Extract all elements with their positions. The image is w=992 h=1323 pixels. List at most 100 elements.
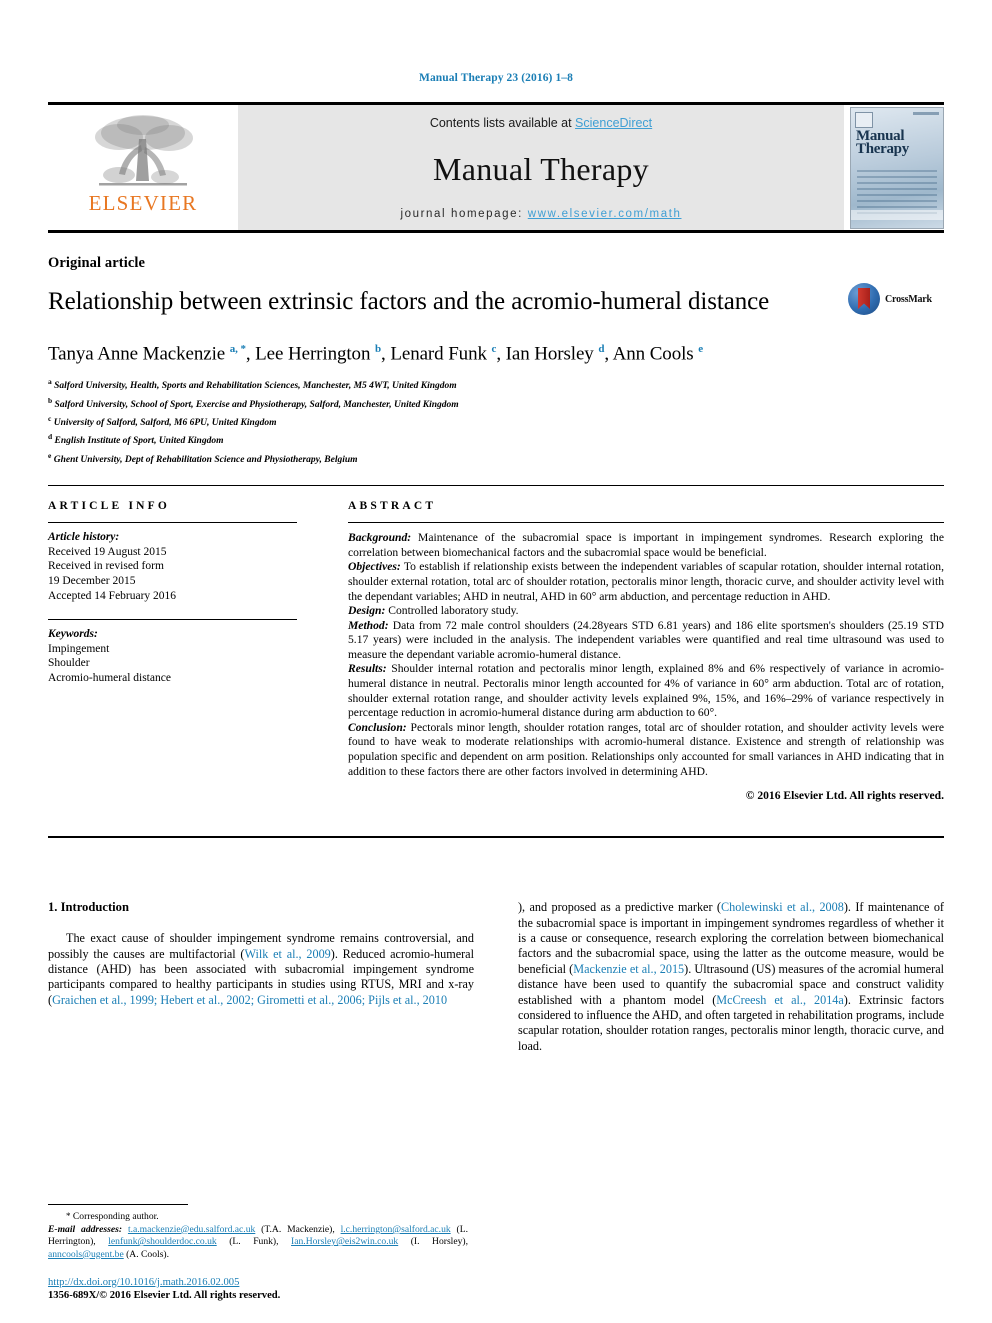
keyword-item: Shoulder — [48, 657, 90, 670]
article-type: Original article — [48, 255, 146, 271]
page-title: Relationship between extrinsic factors a… — [48, 288, 770, 315]
email-owner: (A. Cools). — [123, 1248, 170, 1260]
intro-paragraph-left: The exact cause of shoulder impingement … — [48, 931, 474, 1008]
masthead-center: Contents lists available at ScienceDirec… — [238, 105, 844, 230]
abstract-section: Method: Data from 72 male control should… — [348, 619, 944, 663]
abstract-section-text: To establish if relationship exists betw… — [348, 560, 944, 603]
email-link[interactable]: l.c.herrington@salford.ac.uk — [341, 1224, 451, 1235]
affiliation-text: Salford University, Health, Sports and R… — [51, 381, 457, 392]
affiliation-text: Salford University, School of Sport, Exe… — [52, 399, 459, 410]
body-column-right: ), and proposed as a predictive marker (… — [518, 900, 944, 1054]
affiliation-text: Ghent University, Dept of Rehabilitation… — [51, 454, 358, 465]
footnote-rule — [48, 1204, 188, 1206]
abstract-section-label: Objectives: — [348, 560, 401, 574]
author-name: Ann Cools — [612, 343, 699, 365]
email-link[interactable]: Ian.Horsley@eis2win.co.uk — [291, 1236, 398, 1247]
body-top-rule — [48, 836, 944, 839]
author-separator: , — [245, 343, 256, 365]
author-separator: , — [381, 343, 391, 365]
corresponding-author-note: * Corresponding author. — [48, 1210, 468, 1223]
cover-journal-title: Manual Therapy — [856, 127, 909, 157]
abstract-section-text: Pectorals minor length, shoulder rotatio… — [348, 720, 944, 778]
keywords-rule — [48, 619, 297, 621]
author-affiliation-marker: e — [698, 343, 704, 355]
email-owner: (L. Funk), — [216, 1236, 292, 1248]
section-title-introduction: 1. Introduction — [48, 900, 129, 915]
keyword-item: Acromio-humeral distance — [48, 671, 171, 684]
intro-paragraph-right: ), and proposed as a predictive marker (… — [518, 900, 944, 1054]
abstract-section: Conclusion: Pectorals minor length, shou… — [348, 721, 944, 779]
author-list: Tanya Anne Mackenzie a, *, Lee Herringto… — [48, 337, 944, 366]
affiliation-line: b Salford University, School of Sport, E… — [48, 394, 944, 412]
corresponding-author-label: Corresponding author. — [72, 1211, 159, 1223]
abstract-copyright: © 2016 Elsevier Ltd. All rights reserved… — [745, 789, 944, 803]
running-head: Manual Therapy 23 (2016) 1–8 — [418, 72, 573, 84]
author-name: Lee Herrington — [255, 343, 376, 365]
abstract-section-text: Shoulder internal rotation and pectorali… — [348, 662, 944, 720]
citation-reference[interactable]: Cholewinski et al., 2008 — [721, 900, 844, 914]
abstract-section-text: Controlled laboratory study. — [385, 604, 519, 618]
abstract-heading: ABSTRACT — [348, 500, 437, 513]
article-info-rule — [48, 522, 297, 524]
cover-stripe — [913, 111, 939, 115]
citation-reference[interactable]: Wilk et al., 2009 — [244, 947, 330, 961]
abstract-section-label: Method: — [348, 618, 389, 632]
keywords: Keywords: Impingement Shoulder Acromio-hum… — [48, 627, 297, 685]
contents-available-line: Contents lists available at ScienceDirec… — [430, 116, 652, 130]
doi-link[interactable]: http://dx.doi.org/10.1016/j.math.2016.02… — [48, 1276, 468, 1290]
sciencedirect-link[interactable]: ScienceDirect — [575, 116, 652, 130]
citation-reference[interactable]: McCreesh et al., 2014a — [716, 993, 844, 1007]
doi-block: http://dx.doi.org/10.1016/j.math.2016.02… — [48, 1276, 468, 1303]
email-addresses-note: E-mail addresses: t.a.mackenzie@edu.salf… — [48, 1224, 468, 1261]
article-history-label: Article history: — [48, 531, 120, 544]
affiliation-text: English Institute of Sport, United Kingd… — [52, 436, 224, 447]
article-history-line: Received 19 August 2015 — [48, 545, 167, 558]
elsevier-wordmark: ELSEVIER — [88, 191, 198, 215]
abstract-section-label: Results: — [348, 662, 387, 676]
author-separator: , — [604, 343, 613, 365]
body-columns: 1. Introduction The exact cause of shoul… — [48, 900, 944, 1054]
issn-copyright-line: 1356-689X/© 2016 Elsevier Ltd. All right… — [48, 1290, 281, 1302]
footnote-block: * Corresponding author. E-mail addresses… — [48, 1204, 468, 1261]
journal-homepage-line: journal homepage: www.elsevier.com/math — [400, 208, 681, 220]
journal-masthead: ELSEVIER Contents lists available at Sci… — [48, 102, 944, 230]
journal-article-page: Manual Therapy 23 (2016) 1–8 ELSEVIER Co… — [0, 0, 992, 1323]
article-info-column: ARTICLE INFO Article history: Received 1… — [48, 500, 323, 802]
email-addresses-label: E-mail addresses: — [48, 1223, 128, 1235]
email-owner: (T.A. Mackenzie), — [255, 1223, 341, 1235]
info-abstract-area: ARTICLE INFO Article history: Received 1… — [48, 500, 944, 802]
journal-title: Manual Therapy — [433, 151, 649, 187]
email-link[interactable]: anncools@ugent.be — [48, 1249, 124, 1260]
abstract-rule — [348, 522, 944, 524]
email-link[interactable]: lenfunk@shoulderdoc.co.uk — [108, 1236, 216, 1247]
body-text: ), and proposed as a predictive marker ( — [518, 900, 721, 915]
crossmark-icon — [848, 283, 880, 315]
article-title-block: Original article Relationship between ex… — [48, 255, 944, 467]
abstract-section: Results: Shoulder internal rotation and … — [348, 662, 944, 720]
body-column-left: 1. Introduction The exact cause of shoul… — [48, 900, 474, 1054]
affiliation-line: a Salford University, Health, Sports and… — [48, 375, 944, 393]
crossmark-label: CrossMark — [885, 293, 932, 305]
affiliation-text: University of Salford, Salford, M6 6PU, … — [51, 418, 277, 429]
keyword-item: Impingement — [48, 642, 110, 655]
article-info-heading: ARTICLE INFO — [48, 500, 171, 513]
author-name: Lenard Funk — [390, 343, 492, 365]
citation-reference[interactable]: Mackenzie et al., 2015 — [573, 962, 684, 976]
abstract-section-label: Design: — [348, 604, 386, 618]
crossmark-badge[interactable]: CrossMark — [848, 283, 944, 315]
affiliation-line: c University of Salford, Salford, M6 6PU… — [48, 412, 944, 430]
abstract-section: Background: Maintenance of the subacromi… — [348, 531, 944, 560]
author-name: Tanya Anne Mackenzie — [48, 343, 230, 365]
masthead-bottom-rule — [48, 230, 944, 233]
cover-texture — [857, 169, 937, 214]
author-affiliation-marker: a, * — [229, 343, 246, 355]
keywords-label: Keywords: — [48, 628, 98, 641]
journal-homepage-link[interactable]: www.elsevier.com/math — [528, 208, 682, 220]
abstract-section-text: Maintenance of the subacromial space is … — [348, 531, 944, 559]
info-top-rule — [48, 485, 944, 487]
author-separator: , — [496, 343, 506, 365]
article-history-lines: Received 19 August 2015 Received in revis… — [48, 545, 297, 603]
citation-reference[interactable]: Graichen et al., 1999; Hebert et al., 20… — [52, 993, 447, 1007]
article-history: Article history: Received 19 August 2015… — [48, 530, 297, 603]
email-link[interactable]: t.a.mackenzie@edu.salford.ac.uk — [128, 1224, 255, 1235]
